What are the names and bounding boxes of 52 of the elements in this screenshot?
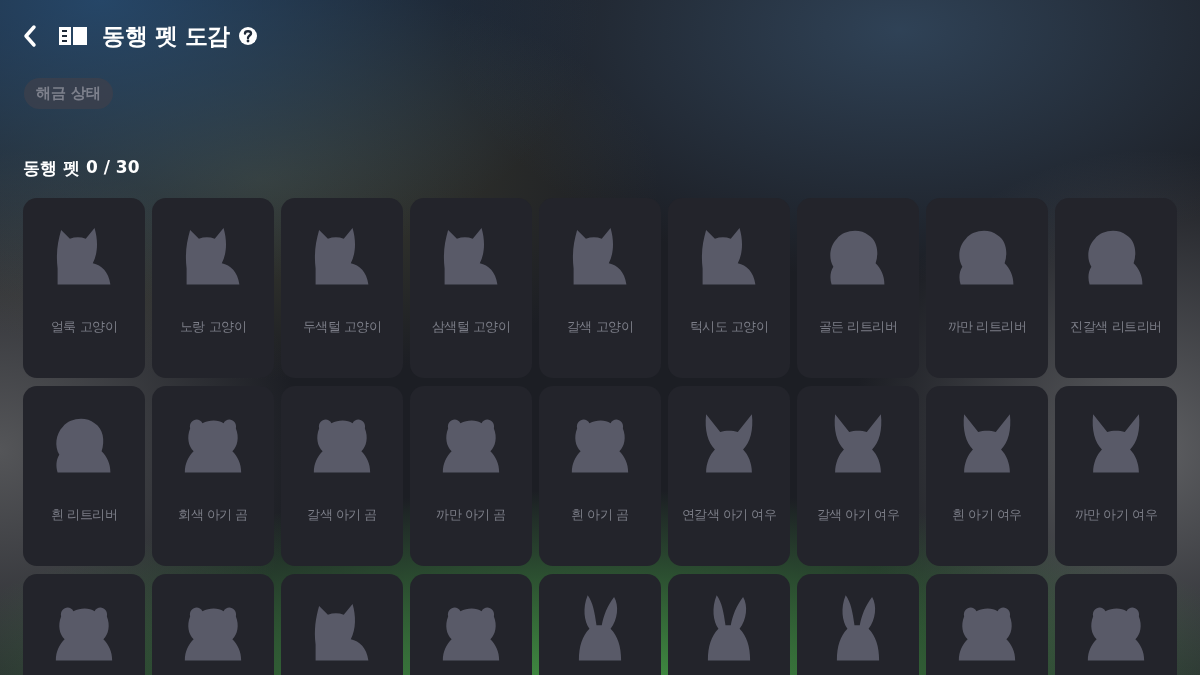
pet-card[interactable]: 흰 리트리버: [23, 386, 145, 566]
dog-silhouette-icon: [1088, 230, 1143, 285]
rabbit-silhouette-icon: [836, 595, 880, 661]
section-label: 동행 펫: [23, 157, 80, 180]
bear-silhouette-icon: [184, 419, 242, 473]
rabbit-silhouette-icon: [578, 595, 622, 661]
bear-silhouette-icon: [184, 607, 242, 661]
pet-card[interactable]: 얼룩 고양이: [23, 198, 145, 378]
pet-card[interactable]: 갈색 고양이: [539, 198, 661, 378]
dog-silhouette-icon: [830, 230, 885, 285]
book-icon: [58, 26, 88, 46]
pet-card[interactable]: 진갈색 리트리버: [1055, 198, 1177, 378]
filter-chip[interactable]: 해금 상태: [24, 78, 114, 109]
fox-silhouette-icon: [1092, 414, 1140, 473]
rabbit-silhouette-icon: [707, 595, 751, 661]
back-button[interactable]: [22, 24, 38, 48]
cat-silhouette-icon: [56, 228, 111, 285]
pet-card[interactable]: 노랑 고양이: [152, 198, 274, 378]
pet-card[interactable]: 까만 아기 곰: [410, 386, 532, 566]
pet-card[interactable]: 턱시도 고양이: [668, 198, 790, 378]
bear-silhouette-icon: [958, 607, 1016, 661]
pet-card[interactable]: 연갈색 아기 여우: [668, 386, 790, 566]
pet-card[interactable]: 까만 아기 여우: [1055, 386, 1177, 566]
bear-silhouette-icon: [442, 607, 500, 661]
cat-silhouette-icon: [572, 228, 627, 285]
pet-card[interactable]: 흰 아기 곰: [539, 386, 661, 566]
pet-card[interactable]: 삼색털 고양이: [410, 198, 532, 378]
pet-card[interactable]: 갈색 아기 곰: [281, 386, 403, 566]
collection-count: 0 / 30: [85, 157, 140, 179]
dog-silhouette-icon: [959, 230, 1014, 285]
cat-silhouette-icon: [443, 228, 498, 285]
fox-silhouette-icon: [963, 414, 1011, 473]
dog-silhouette-icon: [56, 418, 111, 473]
cat-silhouette-icon: [701, 228, 756, 285]
pet-card[interactable]: 두색털 고양이: [281, 198, 403, 378]
bear-silhouette-icon: [55, 607, 113, 661]
cat-silhouette-icon: [314, 604, 369, 661]
page-title: 동행 펫 도감: [102, 21, 230, 51]
fox-silhouette-icon: [834, 414, 882, 473]
pet-card[interactable]: 까만 리트리버: [926, 198, 1048, 378]
bear-silhouette-icon: [313, 419, 371, 473]
cat-silhouette-icon: [314, 228, 369, 285]
bear-silhouette-icon: [571, 419, 629, 473]
bear-silhouette-icon: [1087, 607, 1145, 661]
help-icon[interactable]: [237, 26, 258, 46]
pet-card[interactable]: 골든 리트리버: [797, 198, 919, 378]
pet-card[interactable]: 흰 아기 여우: [926, 386, 1048, 566]
fox-silhouette-icon: [705, 414, 753, 473]
cat-silhouette-icon: [185, 228, 240, 285]
pet-card[interactable]: 갈색 아기 여우: [797, 386, 919, 566]
bear-silhouette-icon: [442, 419, 500, 473]
pet-card[interactable]: 회색 아기 곰: [152, 386, 274, 566]
